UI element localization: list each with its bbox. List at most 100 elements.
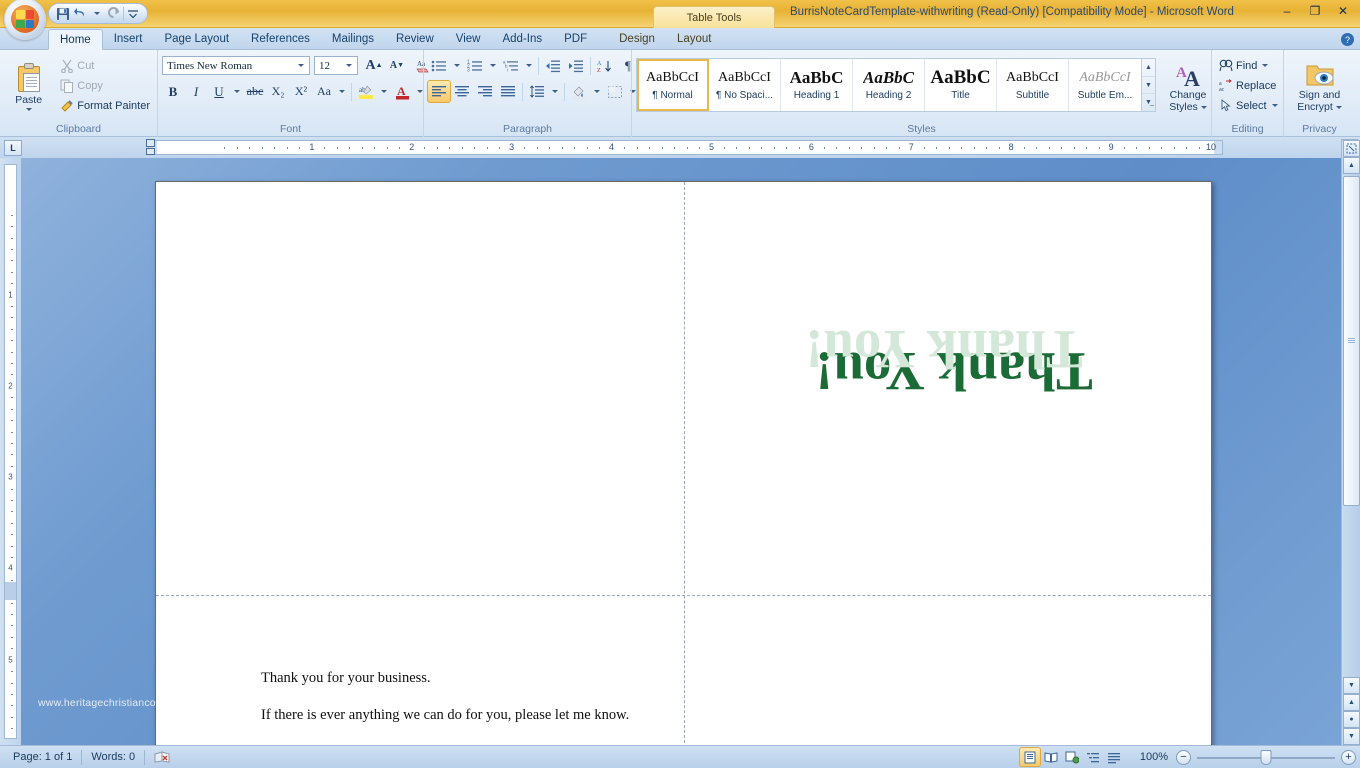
customize-quick-access-icon[interactable] — [126, 5, 141, 22]
sort-button[interactable]: AZ — [594, 55, 616, 76]
shrink-font-button[interactable]: A ▼ — [386, 55, 408, 76]
line-spacing-dropdown-icon[interactable] — [549, 81, 561, 102]
tab-design[interactable]: Design — [608, 28, 666, 49]
zoom-in-button[interactable]: + — [1341, 749, 1356, 765]
style-heading-2[interactable]: AaBbC Heading 2 — [853, 59, 925, 111]
superscript-button[interactable]: X² — [290, 81, 312, 102]
tab-home[interactable]: Home — [48, 29, 103, 50]
draft-view-button[interactable] — [1104, 748, 1124, 766]
tab-layout[interactable]: Layout — [666, 28, 723, 49]
document-canvas[interactable]: Thank You! Thank You! Thank you for your… — [21, 158, 1341, 745]
highlight-dropdown-icon[interactable] — [378, 81, 390, 102]
paste-button[interactable]: Paste — [4, 53, 53, 119]
change-case-dropdown-icon[interactable] — [336, 81, 348, 102]
print-layout-view-button[interactable] — [1018, 747, 1041, 767]
font-size-dropdown-icon[interactable] — [342, 57, 355, 74]
underline-dropdown-icon[interactable] — [231, 81, 243, 102]
paste-dropdown-icon[interactable] — [25, 107, 32, 111]
change-styles-button[interactable]: AA Change Styles — [1160, 58, 1216, 116]
minimize-button[interactable]: – — [1274, 2, 1300, 20]
font-color-button[interactable]: A — [391, 81, 413, 102]
bullets-dropdown-icon[interactable] — [451, 55, 463, 76]
text-highlight-button[interactable]: ab — [355, 81, 377, 102]
undo-icon[interactable] — [72, 5, 87, 22]
copy-button[interactable]: Copy — [57, 77, 153, 94]
select-dropdown-icon[interactable] — [1271, 104, 1278, 107]
tab-references[interactable]: References — [240, 28, 321, 49]
cut-button[interactable]: Cut — [57, 57, 153, 74]
multilevel-dropdown-icon[interactable] — [523, 55, 535, 76]
style-heading-1[interactable]: AaBbC Heading 1 — [781, 59, 853, 111]
shading-dropdown-icon[interactable] — [591, 81, 603, 102]
tab-page-layout[interactable]: Page Layout — [153, 28, 240, 49]
web-layout-view-button[interactable] — [1062, 748, 1082, 766]
close-button[interactable]: ✕ — [1330, 2, 1356, 20]
numbering-button[interactable]: 123 — [464, 55, 486, 76]
zoom-out-button[interactable]: − — [1176, 749, 1191, 765]
italic-button[interactable]: I — [185, 81, 207, 102]
change-styles-dropdown-icon[interactable] — [1200, 106, 1207, 109]
font-name-dropdown-icon[interactable] — [294, 57, 307, 74]
decrease-indent-button[interactable] — [542, 55, 564, 76]
zoom-level[interactable]: 100% — [1132, 748, 1176, 767]
zoom-slider[interactable] — [1191, 748, 1341, 766]
zoom-slider-thumb[interactable] — [1260, 750, 1272, 765]
find-button[interactable]: Find — [1216, 57, 1271, 74]
borders-button[interactable] — [604, 81, 626, 102]
line-spacing-button[interactable] — [526, 81, 548, 102]
full-screen-reading-view-button[interactable] — [1041, 748, 1061, 766]
card-body-text[interactable]: Thank you for your business. If there is… — [261, 669, 661, 725]
format-painter-button[interactable]: Format Painter — [57, 97, 153, 114]
strikethrough-button[interactable]: abc — [244, 81, 266, 102]
style-subtle-emphasis[interactable]: AaBbCcI Subtle Em... — [1069, 59, 1141, 111]
style-title[interactable]: AaBbC Title — [925, 59, 997, 111]
save-icon[interactable] — [55, 5, 70, 22]
thank-you-wordart[interactable]: Thank You! Thank You! — [805, 319, 1093, 402]
redo-icon[interactable] — [106, 5, 121, 22]
underline-button[interactable]: U — [208, 81, 230, 102]
tab-pdf[interactable]: PDF — [553, 28, 598, 49]
scroll-up-button[interactable]: ▲ — [1343, 157, 1360, 174]
scroll-down-button[interactable]: ▼ — [1343, 677, 1360, 694]
tab-view[interactable]: View — [445, 28, 492, 49]
font-name-combo[interactable]: Times New Roman — [162, 56, 310, 75]
replace-button[interactable]: a ac Replace — [1216, 77, 1279, 94]
vertical-scrollbar[interactable]: ▲ ▼ ▲ ● ▼ — [1341, 140, 1360, 745]
justify-button[interactable] — [497, 81, 519, 102]
align-right-button[interactable] — [474, 81, 496, 102]
outline-view-button[interactable] — [1083, 748, 1103, 766]
increase-indent-button[interactable] — [565, 55, 587, 76]
align-center-button[interactable] — [451, 81, 473, 102]
styles-scroll-up-icon[interactable]: ▲ — [1142, 59, 1155, 76]
sign-and-encrypt-dropdown-icon[interactable] — [1335, 106, 1342, 109]
numbering-dropdown-icon[interactable] — [487, 55, 499, 76]
find-dropdown-icon[interactable] — [1262, 64, 1269, 67]
bold-button[interactable]: B — [162, 81, 184, 102]
tab-review[interactable]: Review — [385, 28, 445, 49]
next-page-button[interactable]: ▼ — [1343, 728, 1360, 745]
style-subtitle[interactable]: AaBbCcI Subtitle — [997, 59, 1069, 111]
select-button[interactable]: Select — [1216, 97, 1281, 114]
page-indicator[interactable]: Page: 1 of 1 — [4, 748, 81, 767]
style-no-spacing[interactable]: AaBbCcI ¶ No Spaci... — [709, 59, 781, 111]
restore-button[interactable]: ❐ — [1302, 2, 1328, 20]
select-browse-object-icon[interactable] — [1343, 140, 1360, 157]
undo-dropdown-icon[interactable] — [89, 5, 104, 22]
bullets-button[interactable] — [428, 55, 450, 76]
horizontal-ruler-track[interactable]: 1 2 3 4 5 6 7 8 9 10 — [148, 140, 1223, 155]
multilevel-list-button[interactable]: abi — [500, 55, 522, 76]
word-count[interactable]: Words: 0 — [82, 748, 144, 767]
align-left-button[interactable] — [427, 80, 451, 103]
vertical-ruler-track[interactable]: 1 2 3 4 5 — [4, 164, 17, 739]
previous-page-button[interactable]: ▲ — [1343, 694, 1360, 711]
tab-add-ins[interactable]: Add-Ins — [491, 28, 553, 49]
tab-insert[interactable]: Insert — [103, 28, 154, 49]
document-page[interactable]: Thank You! Thank You! Thank you for your… — [155, 181, 1212, 745]
style-normal[interactable]: AaBbCcI ¶ Normal — [637, 59, 709, 111]
tab-mailings[interactable]: Mailings — [321, 28, 385, 49]
vertical-scroll-thumb[interactable] — [1343, 176, 1360, 506]
font-size-combo[interactable]: 12 — [314, 56, 358, 75]
office-button[interactable] — [4, 0, 46, 40]
proofing-status-button[interactable] — [145, 748, 179, 767]
styles-scroll-down-icon[interactable]: ▼ — [1142, 75, 1155, 94]
